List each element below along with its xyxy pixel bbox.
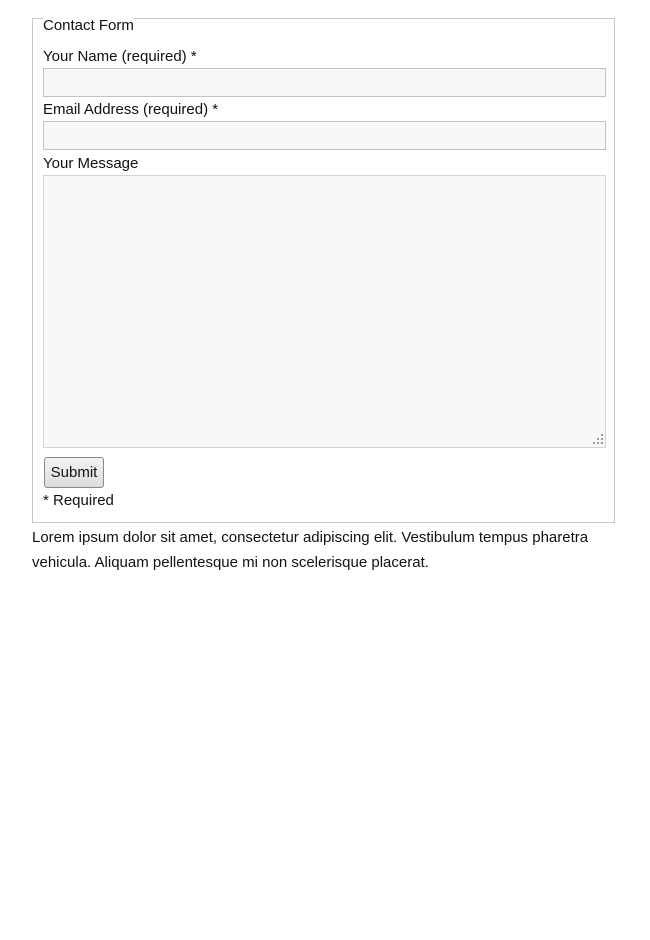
message-textarea[interactable] bbox=[43, 175, 606, 448]
email-input[interactable] bbox=[43, 121, 606, 150]
submit-button[interactable]: Submit bbox=[44, 457, 104, 488]
contact-form: Contact Form Your Name (required) * Emai… bbox=[32, 18, 615, 523]
body-paragraph: Lorem ipsum dolor sit amet, consectetur … bbox=[32, 529, 589, 571]
name-label: Your Name (required) * bbox=[43, 48, 197, 65]
form-legend: Contact Form bbox=[43, 17, 134, 34]
message-label: Your Message bbox=[43, 155, 139, 172]
name-input[interactable] bbox=[43, 68, 606, 97]
resize-grip-icon[interactable] bbox=[590, 432, 604, 446]
required-note: * Required bbox=[43, 492, 114, 509]
page: Contact Form Your Name (required) * Emai… bbox=[0, 0, 650, 940]
email-label: Email Address (required) * bbox=[43, 101, 219, 118]
